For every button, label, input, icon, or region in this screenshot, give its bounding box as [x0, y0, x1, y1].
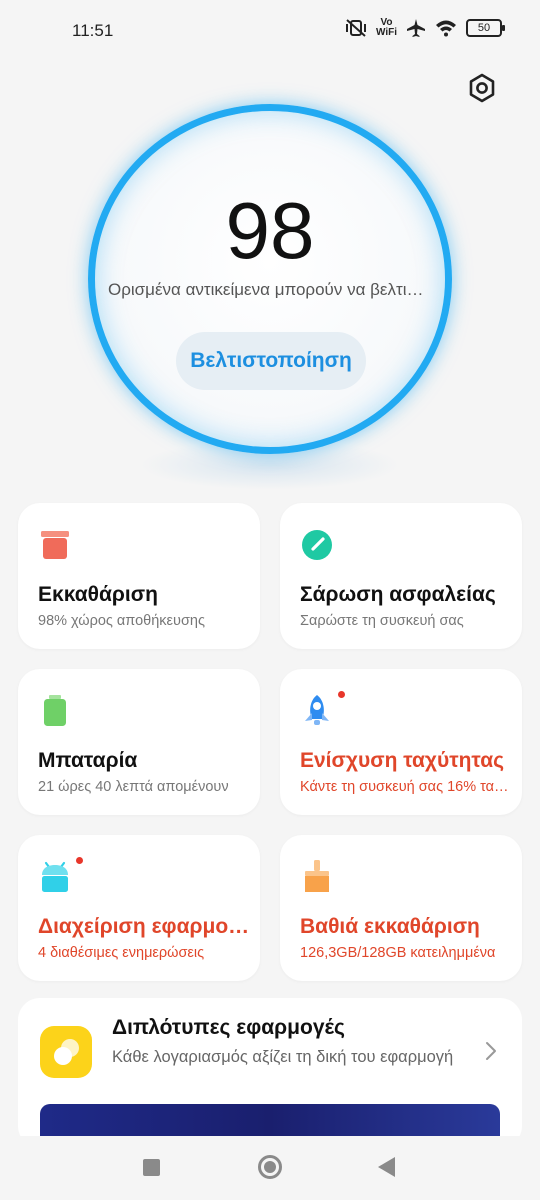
card-security-scan[interactable]: Σάρωση ασφαλείας Σαρώστε τη συσκευή σας [280, 503, 522, 649]
card-deep-clean[interactable]: Βαθιά εκκαθάριση 126,3GB/128GB κατειλημμ… [280, 835, 522, 981]
wifi-icon [436, 20, 456, 37]
brush-icon [305, 860, 329, 892]
card-subtitle: Σαρώστε τη συσκευή σας [300, 613, 464, 629]
gear-icon[interactable] [466, 72, 498, 104]
card-title: Ενίσχυση ταχύτητας [300, 749, 505, 772]
chevron-right-icon [486, 1042, 496, 1060]
card-title: Βαθιά εκκαθάριση [300, 915, 480, 938]
card-subtitle: 98% χώρος αποθήκευσης [38, 613, 205, 629]
status-bar: 11:51 Vo WiFi 50 [0, 0, 540, 60]
card-title: Εκκαθάριση [38, 583, 158, 606]
airplane-icon [407, 19, 425, 37]
notification-dot [338, 691, 345, 698]
shield-scan-icon [302, 530, 332, 560]
rocket-icon [305, 695, 329, 725]
battery-card-icon [44, 695, 66, 726]
duplicate-apps-subtitle: Κάθε λογαριασμός αξίζει τη δική του εφαρ… [112, 1048, 454, 1066]
card-title: Διαχείριση εφαρμογών [38, 915, 254, 938]
optimize-button[interactable]: Βελτιστοποίηση [176, 332, 366, 390]
navigation-bar [0, 1136, 540, 1200]
card-subtitle: 126,3GB/128GB κατειλημμένα [300, 945, 496, 961]
android-icon [42, 861, 68, 892]
status-icons: Vo WiFi 50 [345, 18, 505, 38]
back-icon[interactable] [378, 1157, 395, 1177]
battery-icon: 50 [466, 19, 505, 37]
card-subtitle: 4 διαθέσιμες ενημερώσεις [38, 945, 205, 961]
card-subtitle: 21 ώρες 40 λεπτά απομένουν [38, 779, 229, 795]
trash-icon [41, 531, 69, 559]
card-subtitle: Κάντε τη συσκευή σας 16% ταχύτερη [300, 779, 516, 795]
score-value: 98 [225, 186, 315, 275]
card-battery[interactable]: Μπαταρία 21 ώρες 40 λεπτά απομένουν [18, 669, 260, 815]
duplicate-apps-title: Διπλότυπες εφαρμογές [112, 1016, 345, 1039]
card-manage-apps[interactable]: Διαχείριση εφαρμογών 4 διαθέσιμες ενημερ… [18, 835, 260, 981]
score-description: Ορισμένα αντικείμενα μπορούν να βελτιστο… [108, 280, 432, 299]
card-speed-booster[interactable]: Ενίσχυση ταχύτητας Κάντε τη συσκευή σας … [280, 669, 522, 815]
dual-apps-icon [40, 1026, 92, 1078]
mute-vibrate-icon [345, 19, 366, 37]
vowifi-bottom: WiFi [375, 27, 397, 38]
score-ring [88, 104, 452, 454]
card-title: Μπαταρία [38, 749, 138, 772]
score-circle: 98 Ορισμένα αντικείμενα μπορούν να βελτι… [88, 104, 452, 454]
card-title: Σάρωση ασφαλείας [300, 583, 496, 606]
recents-icon[interactable] [143, 1159, 160, 1176]
duplicate-apps-card[interactable]: Διπλότυπες εφαρμογές Κάθε λογαριασμός αξ… [18, 998, 522, 1148]
notification-dot [76, 857, 83, 864]
card-cleaner[interactable]: Εκκαθάριση 98% χώρος αποθήκευσης [18, 503, 260, 649]
vowifi-icon: Vo WiFi [376, 18, 397, 38]
status-time: 11:51 [72, 21, 114, 40]
home-icon[interactable] [258, 1155, 282, 1179]
